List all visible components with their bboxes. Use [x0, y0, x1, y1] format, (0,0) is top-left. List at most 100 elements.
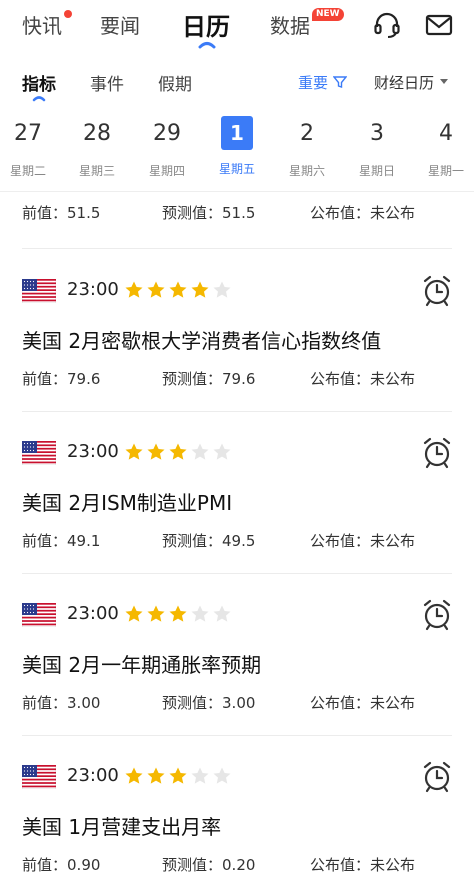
published-value: 公布值：未公布 — [310, 204, 416, 222]
tab-data[interactable]: 数据 — [270, 10, 310, 39]
top-nav: 快讯 要闻 日历 数据 NEW — [0, 0, 474, 56]
event-item[interactable]: 23:00 美国 2月密歇根大学消费者信心指数终值 前值：79.6 预测值：79… — [0, 265, 474, 427]
event-time: 23:00 — [67, 603, 119, 624]
date-day: 4 — [439, 121, 453, 146]
date-day: 27 — [14, 121, 42, 146]
unread-dot — [64, 10, 72, 18]
star-filled-icon — [125, 281, 143, 298]
star-filled-icon — [125, 443, 143, 460]
published-value: 公布值：未公布 — [310, 694, 416, 712]
event-time: 23:00 — [67, 279, 119, 300]
star-filled-icon — [169, 443, 187, 460]
star-empty-icon — [213, 281, 231, 298]
importance-stars — [124, 280, 234, 300]
event-title: 美国 1月营建支出月率 — [22, 815, 222, 839]
previous-value: 前值：3.00 — [22, 694, 101, 712]
event-time: 23:00 — [67, 441, 119, 462]
star-empty-icon — [213, 767, 231, 784]
date-item[interactable]: 4 星期一 — [416, 112, 474, 179]
event-values: 前值：3.00 预测值：3.00 公布值：未公布 — [22, 692, 462, 716]
date-weekday: 星期二 — [9, 164, 46, 178]
previous-value: 前值：49.1 — [22, 532, 101, 550]
importance-filter-label: 重要 — [298, 74, 329, 92]
date-day: 3 — [370, 121, 384, 146]
date-weekday: 星期一 — [427, 164, 464, 178]
date-day: 2 — [300, 121, 314, 146]
headset-icon[interactable] — [372, 10, 402, 40]
date-weekday: 星期五 — [218, 162, 255, 176]
event-title: 美国 2月一年期通胀率预期 — [22, 653, 262, 677]
alarm-clock-icon[interactable] — [420, 597, 454, 631]
date-item[interactable]: 3 星期日 — [347, 112, 407, 179]
event-item[interactable]: 23:00 美国 2月ISM制造业PMI 前值：49.1 预测值：49.5 公布… — [0, 427, 474, 589]
divider — [22, 573, 452, 574]
star-filled-icon — [125, 605, 143, 622]
importance-stars — [124, 442, 234, 462]
date-item[interactable]: 1 星期五 — [207, 112, 267, 177]
date-item[interactable]: 29 星期四 — [137, 112, 197, 179]
published-value: 公布值：未公布 — [310, 856, 416, 874]
event-title: 美国 2月密歇根大学消费者信心指数终值 — [22, 329, 382, 353]
event-values: 前值：0.90 预测值：0.20 公布值：未公布 — [22, 854, 462, 878]
calendar-type-label: 财经日历 — [374, 74, 435, 92]
forecast-value: 预测值：49.5 — [162, 532, 256, 550]
star-filled-icon — [169, 281, 187, 298]
alarm-clock-icon[interactable] — [420, 759, 454, 793]
star-filled-icon — [125, 767, 143, 784]
forecast-value: 预测值：51.5 — [162, 204, 256, 222]
event-values: 前值：79.6 预测值：79.6 公布值：未公布 — [22, 368, 462, 392]
active-tab-indicator-icon — [198, 42, 216, 49]
previous-value: 前值：79.6 — [22, 370, 101, 388]
star-empty-icon — [213, 443, 231, 460]
subtab-events[interactable]: 事件 — [90, 70, 124, 95]
tab-calendar[interactable]: 日历 — [182, 7, 230, 42]
date-weekday: 星期日 — [358, 164, 395, 178]
importance-filter-button[interactable]: 重要 — [298, 72, 348, 93]
alarm-clock-icon[interactable] — [420, 273, 454, 307]
us-flag-icon — [21, 764, 57, 790]
event-item[interactable]: 23:00 美国 2月一年期通胀率预期 前值：3.00 预测值：3.00 公布值… — [0, 589, 474, 751]
alarm-clock-icon[interactable] — [420, 435, 454, 469]
us-flag-icon — [21, 278, 57, 304]
importance-stars — [124, 604, 234, 624]
star-filled-icon — [147, 605, 165, 622]
calendar-type-dropdown[interactable]: 财经日历 — [374, 72, 449, 93]
star-filled-icon — [169, 767, 187, 784]
star-filled-icon — [147, 281, 165, 298]
date-day: 28 — [83, 121, 111, 146]
date-item[interactable]: 27 星期二 — [0, 112, 58, 179]
date-weekday: 星期六 — [288, 164, 325, 178]
date-day: 1 — [221, 116, 253, 150]
forecast-value: 预测值：3.00 — [162, 694, 256, 712]
sub-nav: 指标 事件 假期 重要 财经日历 — [0, 60, 474, 104]
event-item[interactable]: 23:00 美国 1月营建支出月率 前值：0.90 预测值：0.20 公布值：未… — [0, 751, 474, 885]
tab-flash-news[interactable]: 快讯 — [22, 10, 62, 39]
date-strip: 27 星期二 28 星期三 29 星期四 1 星期五 2 星期六 3 星期日 4 星期一 — [0, 112, 474, 192]
star-filled-icon — [169, 605, 187, 622]
star-empty-icon — [191, 443, 209, 460]
star-filled-icon — [191, 281, 209, 298]
star-empty-icon — [191, 767, 209, 784]
date-weekday: 星期四 — [148, 164, 185, 178]
subtab-indicators[interactable]: 指标 — [22, 70, 56, 95]
caret-down-icon — [439, 79, 448, 84]
star-empty-icon — [213, 605, 231, 622]
divider — [22, 411, 452, 412]
event-values: 前值：49.1 预测值：49.5 公布值：未公布 — [22, 530, 462, 554]
date-item[interactable]: 28 星期三 — [67, 112, 127, 179]
forecast-value: 预测值：0.20 — [162, 856, 256, 874]
subtab-holidays[interactable]: 假期 — [158, 70, 192, 95]
filter-icon — [332, 76, 348, 88]
star-filled-icon — [147, 443, 165, 460]
new-badge: NEW — [312, 8, 344, 21]
divider — [22, 248, 452, 249]
active-subtab-indicator-icon — [32, 96, 46, 102]
us-flag-icon — [21, 602, 57, 628]
partial-event-values: 前值：51.5 预测值：51.5 公布值：未公布 — [22, 202, 462, 226]
tab-headlines[interactable]: 要闻 — [100, 10, 140, 39]
mail-icon[interactable] — [424, 10, 454, 40]
published-value: 公布值：未公布 — [310, 532, 416, 550]
forecast-value: 预测值：79.6 — [162, 370, 256, 388]
published-value: 公布值：未公布 — [310, 370, 416, 388]
date-item[interactable]: 2 星期六 — [277, 112, 337, 179]
